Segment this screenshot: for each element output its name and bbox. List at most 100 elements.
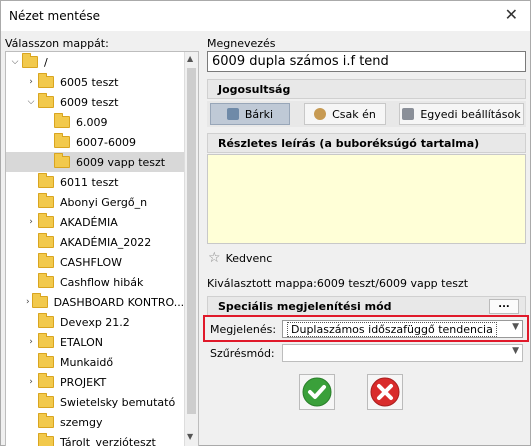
tree-item-label: Tárolt_verzióteszt — [60, 435, 156, 446]
tree-item[interactable]: 6.009 — [6, 112, 184, 132]
folder-icon — [38, 193, 54, 208]
dialog-title: Nézet mentése — [9, 9, 100, 23]
perm-only-me-label: Csak én — [332, 107, 376, 121]
folder-icon — [54, 133, 70, 148]
titlebar: Nézet mentése ✕ — [1, 1, 530, 31]
tree-item-label: 6011 teszt — [60, 175, 119, 189]
description-title: Részletes leírás (a buboréksúgó tartalma… — [218, 137, 480, 150]
tree-item-label: Cashflow hibák — [60, 275, 144, 289]
tree-item[interactable]: › ETALON — [6, 332, 184, 352]
collapsed-chevron-icon[interactable]: › — [26, 77, 36, 87]
tree-item-label: ETALON — [60, 335, 103, 349]
tree-item[interactable]: Munkaidő — [6, 352, 184, 372]
checkmark-icon — [302, 377, 332, 407]
tree-item[interactable]: szemgy — [6, 412, 184, 432]
tree-item[interactable]: Abonyi Gergő_n — [6, 192, 184, 212]
special-display-title: Speciális megjelenítési mód — [218, 300, 392, 313]
tree-item[interactable]: CASHFLOW — [6, 252, 184, 272]
cancel-button[interactable] — [367, 374, 403, 410]
star-icon[interactable]: ☆ — [208, 250, 221, 266]
folder-icon — [38, 173, 54, 188]
tree-item[interactable]: Tárolt_verzióteszt — [6, 432, 184, 446]
tree-item[interactable]: 6009 vapp teszt — [6, 152, 184, 172]
folder-tree[interactable]: Tárolt_verzióteszt szemgy Swietelsky bemut… — [5, 51, 199, 446]
expanded-chevron-icon[interactable]: ⌵ — [10, 57, 20, 67]
cancel-icon — [370, 377, 400, 407]
folder-icon — [38, 413, 54, 428]
scroll-down-icon[interactable]: ▼ — [187, 432, 193, 441]
lock-user-icon — [402, 108, 415, 120]
folder-icon — [54, 113, 70, 128]
tree-item-label: AKADÉMIA_2022 — [60, 235, 152, 249]
selected-folder-text: Kiválasztott mappa:6009 teszt/6009 vapp … — [207, 277, 469, 290]
folder-label: Válasszon mappát: — [5, 37, 109, 50]
permissions-title: Jogosultság — [218, 83, 291, 96]
folder-icon — [31, 293, 48, 308]
filter-mode-select[interactable]: ▼ — [282, 344, 523, 362]
tree-item[interactable]: ⌵ 6009 teszt — [6, 92, 184, 112]
tree-item[interactable]: Devexp 21.2 — [6, 312, 184, 332]
perm-custom-button[interactable]: Egyedi beállítások — [399, 103, 524, 125]
tree-item[interactable]: › AKADÉMIA — [6, 212, 184, 232]
save-view-dialog: Nézet mentése ✕ Válasszon mappát: Tárolt… — [0, 0, 531, 446]
scroll-thumb[interactable] — [187, 68, 196, 414]
chevron-down-icon[interactable]: ▼ — [512, 346, 519, 356]
tree-item-label: / — [44, 55, 48, 69]
description-textarea[interactable] — [207, 154, 526, 244]
tree-item[interactable]: 6011 teszt — [6, 172, 184, 192]
chevron-down-icon[interactable]: ▼ — [512, 322, 519, 332]
tree-scrollbar[interactable]: ▲ ▼ — [184, 52, 198, 446]
tree-item-label: DASHBOARD KONTRO... — [53, 295, 185, 309]
perm-anyone-label: Bárki — [244, 107, 274, 121]
tree-item[interactable]: AKADÉMIA_2022 — [6, 232, 184, 252]
favorite-label: Kedvenc — [225, 251, 273, 265]
description-header: Részletes leírás (a buboréksúgó tartalma… — [207, 133, 526, 153]
favorite-toggle[interactable]: ☆ Kedvenc — [208, 250, 272, 266]
collapsed-chevron-icon[interactable]: › — [26, 297, 30, 307]
tree-item[interactable]: ⌵ / — [6, 52, 184, 72]
folder-icon — [38, 373, 54, 388]
folder-icon — [54, 153, 70, 168]
collapsed-chevron-icon[interactable]: › — [26, 217, 36, 227]
folder-icon — [38, 213, 54, 228]
tree-item-label: AKADÉMIA — [60, 215, 118, 229]
tree-item[interactable]: 6007-6009 — [6, 132, 184, 152]
perm-only-me-button[interactable]: Csak én — [304, 103, 386, 125]
display-mode-label: Megjelenés: — [210, 323, 277, 336]
tree-item[interactable]: › 6005 teszt — [6, 72, 184, 92]
collapsed-chevron-icon[interactable]: › — [26, 377, 36, 387]
tree-item-label: Munkaidő — [60, 355, 114, 369]
ok-button[interactable] — [299, 374, 335, 410]
name-input[interactable]: 6009 dupla számos i.f tend — [207, 51, 526, 72]
tree-item-label: PROJEKT — [60, 375, 107, 389]
close-icon[interactable]: ✕ — [505, 5, 518, 24]
tree-item-label: CASHFLOW — [60, 255, 123, 269]
collapsed-chevron-icon[interactable]: › — [26, 337, 36, 347]
tree-item[interactable]: Swietelsky bemutató — [6, 392, 184, 412]
folder-icon — [38, 233, 54, 248]
permissions-row: Bárki Csak én Egyedi beállítások — [207, 101, 526, 127]
tree-item-label: Devexp 21.2 — [60, 315, 130, 329]
folder-icon — [38, 273, 54, 288]
tree-item[interactable]: › PROJEKT — [6, 372, 184, 392]
special-display-header: Speciális megjelenítési mód ... — [207, 296, 526, 316]
more-options-button[interactable]: ... — [489, 299, 519, 314]
scroll-up-icon[interactable]: ▲ — [187, 54, 193, 63]
tree-item-label: 6009 teszt — [60, 95, 119, 109]
folder-icon — [38, 353, 54, 368]
expanded-chevron-icon[interactable]: ⌵ — [26, 97, 36, 107]
folder-icon — [38, 393, 54, 408]
folder-icon — [38, 313, 54, 328]
tree-item-label: szemgy — [60, 415, 103, 429]
perm-anyone-button[interactable]: Bárki — [210, 103, 290, 125]
tree-item-label: 6007-6009 — [76, 135, 136, 149]
folder-icon — [38, 73, 54, 88]
tree-item[interactable]: › DASHBOARD KONTRO... — [6, 292, 184, 312]
folder-icon — [38, 93, 54, 108]
tree-item-label: Swietelsky bemutató — [60, 395, 176, 409]
display-mode-select[interactable]: Duplaszámos időszafüggő tendencia ▼ — [282, 320, 523, 338]
tree-item-label: 6005 teszt — [60, 75, 119, 89]
tree-item-label: 6009 vapp teszt — [76, 155, 166, 169]
folder-icon — [38, 333, 54, 348]
tree-item[interactable]: Cashflow hibák — [6, 272, 184, 292]
